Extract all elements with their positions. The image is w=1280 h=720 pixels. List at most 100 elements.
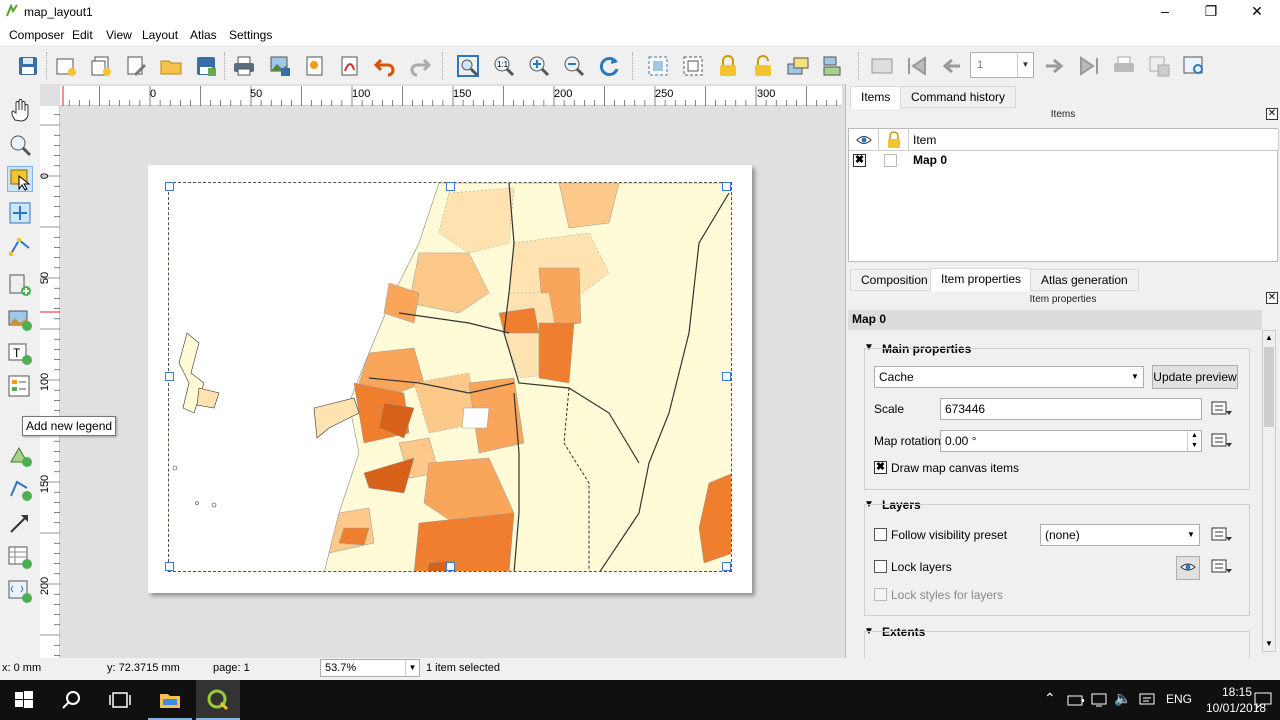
tab-item-properties[interactable]: Item properties xyxy=(930,268,1033,291)
new-composer-icon[interactable] xyxy=(54,54,78,78)
unlock-icon[interactable] xyxy=(751,54,775,78)
atlas-next-icon[interactable] xyxy=(1042,54,1066,78)
close-button[interactable]: ✕ xyxy=(1234,0,1280,24)
windows-start-icon[interactable] xyxy=(12,688,36,712)
add-legend-icon[interactable] xyxy=(7,374,33,400)
save-template-icon[interactable] xyxy=(194,54,218,78)
zoom-select[interactable]: 53.7% ▼ xyxy=(320,659,420,677)
close-icon[interactable]: ✕ xyxy=(1266,108,1278,120)
menu-layout[interactable]: Layout xyxy=(142,28,178,42)
tab-atlas-generation[interactable]: Atlas generation xyxy=(1030,269,1139,291)
close-icon[interactable]: ✕ xyxy=(1266,292,1278,304)
network-icon[interactable] xyxy=(1090,692,1110,708)
resize-handle[interactable] xyxy=(165,562,174,571)
menu-atlas[interactable]: Atlas xyxy=(190,28,217,42)
menu-composer[interactable]: Composer xyxy=(9,28,64,42)
redo-icon[interactable] xyxy=(408,54,432,78)
tab-composition[interactable]: Composition xyxy=(850,269,939,291)
resize-handle[interactable] xyxy=(722,372,731,381)
atlas-export-icon[interactable] xyxy=(1147,54,1171,78)
atlas-page-spinbox[interactable]: 1 ▼ xyxy=(970,52,1034,78)
undo-icon[interactable] xyxy=(373,54,397,78)
notification-message-icon[interactable] xyxy=(1138,692,1156,708)
add-label-icon[interactable]: T xyxy=(7,340,33,366)
resize-handle[interactable] xyxy=(722,562,731,571)
zoom-tool-icon[interactable] xyxy=(7,132,33,158)
taskbar-file-explorer[interactable] xyxy=(148,680,192,720)
lock-column-header[interactable] xyxy=(879,129,909,151)
clock-time[interactable]: 18:15 xyxy=(1222,685,1252,699)
add-html-frame-icon[interactable] xyxy=(7,578,33,604)
data-defined-override-icon[interactable] xyxy=(1210,557,1234,577)
item-column-header[interactable]: Item xyxy=(909,129,1279,151)
tab-items[interactable]: Items xyxy=(850,86,902,109)
add-map-icon[interactable] xyxy=(7,272,33,298)
action-center-icon[interactable] xyxy=(1252,690,1274,710)
tab-command-history[interactable]: Command history xyxy=(900,86,1017,108)
atlas-preview-icon[interactable] xyxy=(1182,54,1206,78)
atlas-first-icon[interactable] xyxy=(905,54,929,78)
lock-styles-checkbox[interactable] xyxy=(874,588,887,601)
atlas-last-icon[interactable] xyxy=(1077,54,1101,78)
edit-nodes-icon[interactable] xyxy=(7,234,33,260)
task-view-icon[interactable] xyxy=(108,688,132,712)
select-move-tool[interactable] xyxy=(7,166,33,192)
resize-handle[interactable] xyxy=(165,182,174,191)
export-image-icon[interactable] xyxy=(268,54,292,78)
follow-preset-checkbox[interactable] xyxy=(874,528,887,541)
zoom-full-icon[interactable] xyxy=(456,54,480,78)
taskbar-qgis[interactable] xyxy=(196,680,240,720)
atlas-print-icon[interactable] xyxy=(1112,54,1136,78)
table-row[interactable]: ✖ Map 0 xyxy=(849,151,1277,171)
search-icon[interactable] xyxy=(60,688,84,712)
visible-checkbox[interactable]: ✖ xyxy=(853,154,866,167)
duplicate-composer-icon[interactable] xyxy=(89,54,113,78)
zoom-out-icon[interactable] xyxy=(562,54,586,78)
scale-input[interactable]: 673446 xyxy=(940,398,1202,420)
open-template-icon[interactable] xyxy=(159,54,183,78)
resize-handle[interactable] xyxy=(446,562,455,571)
deselect-icon[interactable] xyxy=(681,54,705,78)
zoom-actual-icon[interactable]: 1:1 xyxy=(492,54,516,78)
properties-scrollbar[interactable]: ▲ ▼ xyxy=(1262,330,1276,652)
chevron-down-icon[interactable]: ▼ xyxy=(1017,53,1033,77)
align-items-icon[interactable] xyxy=(821,54,845,78)
map-item[interactable] xyxy=(168,182,732,572)
add-shape-icon[interactable] xyxy=(7,442,33,468)
visibility-column-header[interactable] xyxy=(849,129,879,151)
atlas-previous-icon[interactable] xyxy=(940,54,964,78)
spinbox-arrows-icon[interactable]: ▲ ▼ xyxy=(1187,431,1201,451)
resize-handle[interactable] xyxy=(446,182,455,191)
export-svg-icon[interactable] xyxy=(303,54,327,78)
data-defined-override-icon[interactable] xyxy=(1210,525,1234,545)
add-node-item-icon[interactable] xyxy=(7,476,33,502)
refresh-icon[interactable] xyxy=(597,54,621,78)
chevron-up-icon[interactable]: ⌃ xyxy=(1044,690,1056,707)
data-defined-override-icon[interactable] xyxy=(1210,399,1234,419)
raise-item-icon[interactable] xyxy=(786,54,810,78)
language-indicator[interactable]: ENG xyxy=(1166,692,1192,706)
volume-icon[interactable]: 🔈 xyxy=(1114,690,1131,707)
print-icon[interactable] xyxy=(232,54,256,78)
add-image-icon[interactable] xyxy=(7,306,33,332)
select-all-icon[interactable] xyxy=(646,54,670,78)
lock-layers-checkbox[interactable] xyxy=(874,560,887,573)
cache-mode-select[interactable]: Cache ▼ xyxy=(874,366,1144,388)
resize-handle[interactable] xyxy=(165,372,174,381)
save-icon[interactable] xyxy=(16,54,40,78)
preset-select[interactable]: (none) ▼ xyxy=(1040,524,1200,546)
draw-canvas-items-checkbox[interactable]: ✖ xyxy=(874,461,887,474)
zoom-in-icon[interactable] xyxy=(527,54,551,78)
menu-edit[interactable]: Edit xyxy=(72,28,93,42)
battery-icon[interactable] xyxy=(1066,692,1086,708)
pan-hand-icon[interactable] xyxy=(7,98,33,124)
add-attribute-table-icon[interactable] xyxy=(7,544,33,570)
update-preview-button[interactable]: Update preview xyxy=(1152,365,1238,389)
add-arrow-icon[interactable] xyxy=(7,510,33,536)
set-layers-from-visibility-button[interactable] xyxy=(1176,556,1200,580)
export-pdf-icon[interactable] xyxy=(338,54,362,78)
move-content-icon[interactable] xyxy=(7,200,33,226)
lock-checkbox[interactable] xyxy=(884,154,897,167)
restore-button[interactable]: ❐ xyxy=(1188,0,1234,24)
data-defined-override-icon[interactable] xyxy=(1210,431,1234,451)
